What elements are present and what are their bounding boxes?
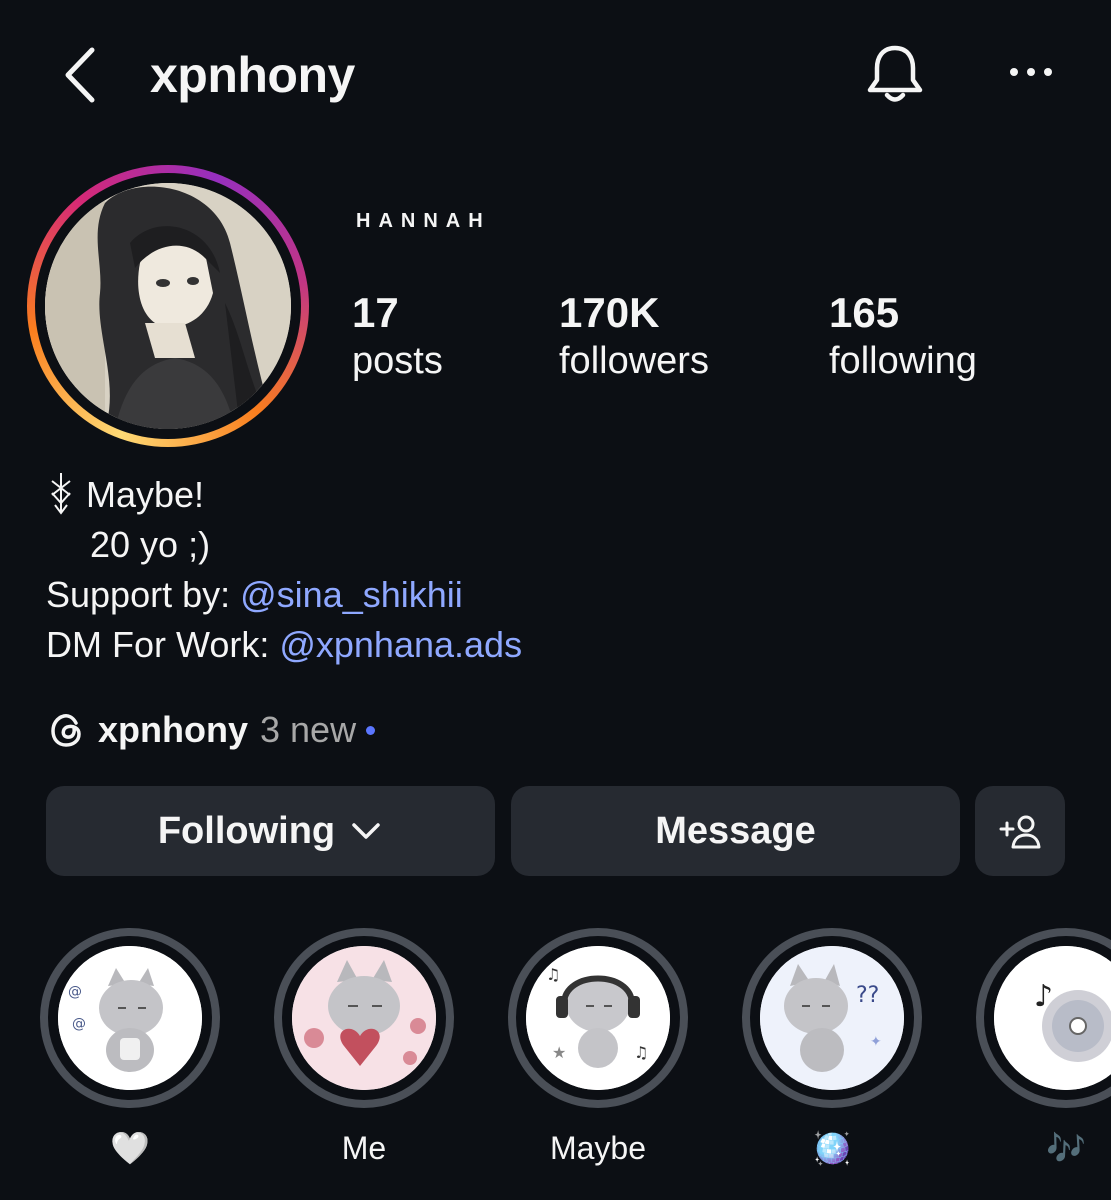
profile-bio: Maybe! 20 yo ;) Support by: @sina_shikhi… <box>46 470 522 670</box>
chevron-left-icon <box>65 47 95 103</box>
highlight-cover: ♫ ♫ ★ <box>526 946 670 1090</box>
bio-text: DM For Work: <box>46 624 280 665</box>
highlight-item[interactable]: @ @ 🤍 <box>40 928 220 1170</box>
stat-label: posts <box>352 340 443 382</box>
message-button[interactable]: Message <box>511 786 960 876</box>
bio-text: Maybe! <box>86 474 205 515</box>
bio-text: 20 yo ;) <box>90 524 211 565</box>
profile-username: xpnhony <box>150 47 355 103</box>
svg-text:@: @ <box>72 1016 86 1032</box>
more-horizontal-icon <box>1010 68 1052 76</box>
svg-text:♫: ♫ <box>546 965 560 984</box>
suggested-people-button[interactable] <box>975 786 1065 876</box>
threads-new-count: 3 new <box>260 709 357 750</box>
anime-portrait-illustration <box>45 183 291 429</box>
threads-handle: xpnhony <box>98 709 248 750</box>
stat-value: 17 <box>352 289 399 336</box>
music-cd-illustration: ♪ <box>994 946 1111 1090</box>
highlight-label: 🎶 <box>1046 1130 1086 1166</box>
bell-icon <box>867 45 923 102</box>
posts-stat[interactable]: 17 posts <box>352 288 443 384</box>
following-button[interactable]: Following <box>46 786 495 876</box>
notifications-button[interactable] <box>862 40 928 106</box>
stat-value: 170K <box>559 289 660 336</box>
stat-label: followers <box>559 340 709 382</box>
highlight-item[interactable]: ♫ ♫ ★ Maybe <box>508 928 688 1170</box>
highlight-cover: @ @ <box>58 946 202 1090</box>
svg-text:✦: ✦ <box>870 1034 882 1050</box>
cat-with-headphones-illustration: ♫ ♫ ★ <box>526 946 670 1090</box>
back-button[interactable] <box>56 40 106 110</box>
highlight-item[interactable]: ♪ 🎶 <box>976 928 1111 1170</box>
highlight-item[interactable]: ?? ✦ 🪩 <box>742 928 922 1170</box>
stat-label: following <box>829 340 977 382</box>
more-options-button[interactable] <box>1000 48 1060 98</box>
ornament-icon <box>51 473 71 515</box>
highlight-cover: ♪ <box>994 946 1111 1090</box>
unread-dot <box>366 725 376 735</box>
following-stat[interactable]: 165 following <box>829 288 977 384</box>
svg-text:@: @ <box>68 984 82 1000</box>
bio-line: DM For Work: @xpnhana.ads <box>46 620 522 670</box>
highlight-cover <box>292 946 436 1090</box>
chevron-down-icon <box>352 823 380 839</box>
cat-with-hearts-illustration <box>292 946 436 1090</box>
bio-line: 20 yo ;) <box>46 520 522 570</box>
highlight-item[interactable]: Me <box>274 928 454 1170</box>
highlight-label: Me <box>341 1130 387 1166</box>
threads-icon <box>51 714 81 747</box>
mention-link[interactable]: @xpnhana.ads <box>279 624 522 665</box>
sleepy-cat-coffee-illustration: @ @ <box>58 946 202 1090</box>
svg-text:♪: ♪ <box>1034 979 1053 1014</box>
stat-value: 165 <box>829 289 900 336</box>
bio-line: Maybe! <box>46 470 522 520</box>
bio-line: Support by: @sina_shikhii <box>46 570 522 620</box>
add-person-icon <box>999 815 1041 849</box>
message-label: Message <box>655 809 816 852</box>
highlight-cover: ?? ✦ <box>760 946 904 1090</box>
display-name: HANNAH <box>356 210 491 232</box>
highlight-label: 🪩 <box>812 1130 852 1166</box>
highlight-label: 🤍 <box>110 1130 150 1166</box>
following-label: Following <box>157 809 336 852</box>
profile-avatar[interactable] <box>45 183 291 429</box>
threads-link[interactable]: xpnhony 3 new <box>46 705 376 755</box>
bio-text: Support by: <box>46 574 241 615</box>
followers-stat[interactable]: 170K followers <box>559 288 709 384</box>
highlight-label: Maybe <box>549 1130 647 1166</box>
mention-link[interactable]: @sina_shikhii <box>240 574 463 615</box>
confused-cat-illustration: ?? ✦ <box>760 946 904 1090</box>
svg-text:♫: ♫ <box>634 1043 648 1062</box>
svg-text:??: ?? <box>856 983 879 1008</box>
svg-text:★: ★ <box>552 1043 566 1062</box>
